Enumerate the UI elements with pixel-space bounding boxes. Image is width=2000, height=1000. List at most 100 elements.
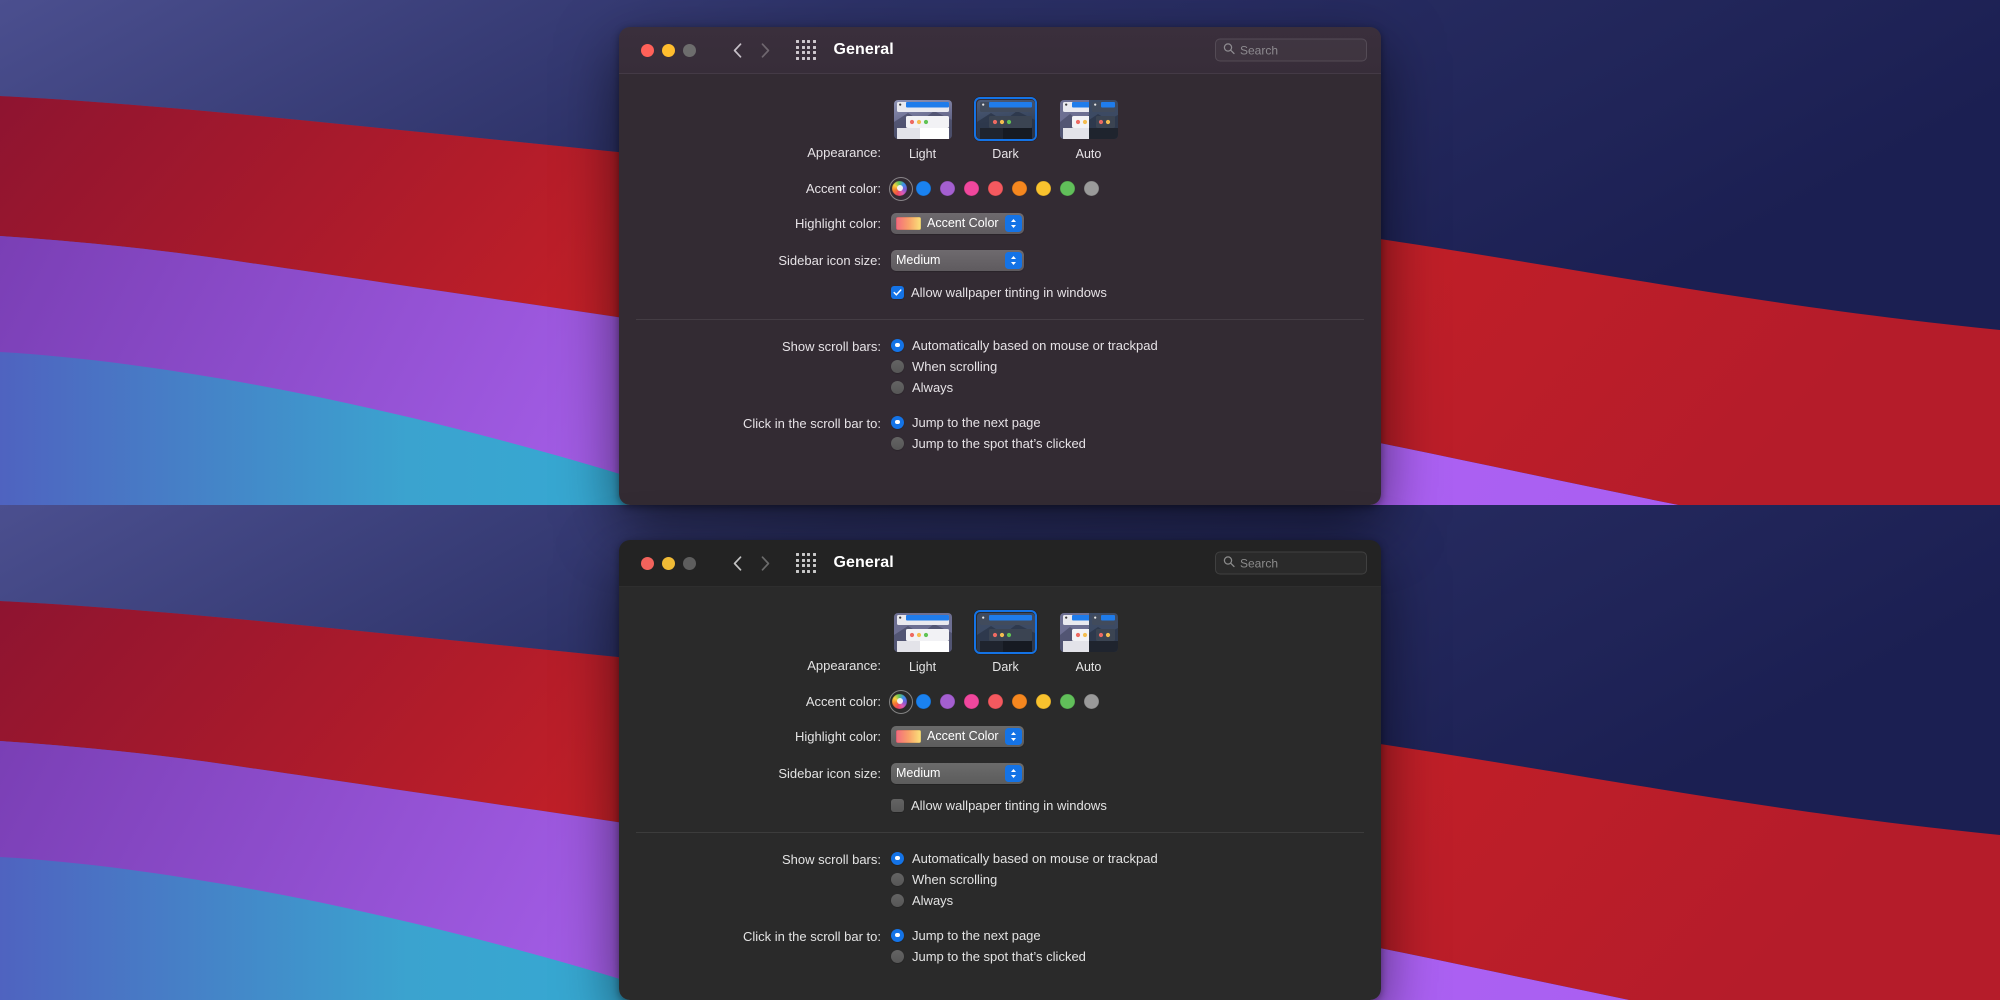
radio-jump-next-page[interactable] [891, 415, 904, 429]
wallpaper-tinting-checkbox-group[interactable]: Allow wallpaper tinting in windows [891, 798, 1107, 812]
chevron-updown-icon[interactable] [1005, 214, 1022, 232]
radio-item[interactable]: When scrolling [891, 359, 1158, 373]
system-preferences-window-tinted[interactable]: General Search Appearance: Light Dark Au… [619, 27, 1381, 505]
accent-swatch-orange[interactable] [1011, 180, 1028, 197]
chevron-updown-icon[interactable] [1005, 764, 1022, 782]
minimize-button[interactable] [662, 556, 675, 570]
highlight-color-row: Highlight color: Accent Color [619, 710, 1381, 747]
click-scroll-bar-radios[interactable]: Jump to the next page Jump to the spot t… [891, 415, 1086, 450]
highlight-color-dropdown[interactable]: Accent Color [891, 212, 1024, 234]
show-all-grid-icon[interactable] [796, 553, 816, 573]
radio-item[interactable]: Jump to the next page [891, 928, 1086, 942]
wallpaper-tinting-row: Allow wallpaper tinting in windows [619, 784, 1381, 812]
accent-swatch-purple[interactable] [939, 180, 956, 197]
appearance-option-light[interactable]: Light [891, 610, 954, 674]
accent-swatch-multicolor[interactable] [888, 177, 913, 201]
show-scroll-bars-radios[interactable]: Automatically based on mouse or trackpad… [891, 338, 1158, 394]
wallpaper-tinting-checkbox-group[interactable]: Allow wallpaper tinting in windows [891, 284, 1107, 300]
system-preferences-window-untinted[interactable]: General Search Appearance: Light Dark Au… [619, 540, 1381, 1000]
radio-scrollbars-automatic[interactable] [891, 851, 904, 865]
appearance-options[interactable]: Light Dark Auto [891, 610, 1120, 674]
search-placeholder: Search [1240, 556, 1279, 570]
radio-jump-to-spot[interactable] [891, 949, 904, 963]
radio-label: When scrolling [912, 871, 998, 887]
accent-swatch-blue[interactable] [915, 180, 932, 197]
traffic-light-controls[interactable] [641, 556, 696, 570]
appearance-option-dark[interactable]: Dark [974, 97, 1037, 161]
radio-item[interactable]: Jump to the spot that’s clicked [891, 436, 1086, 450]
wallpaper-tinting-label: Allow wallpaper tinting in windows [911, 284, 1107, 300]
appearance-thumb-wrap[interactable] [891, 610, 954, 654]
wallpaper-tinting-checkbox[interactable] [891, 798, 904, 812]
accent-color-swatches[interactable] [888, 177, 1100, 201]
accent-swatch-multicolor[interactable] [888, 690, 913, 714]
close-button[interactable] [641, 556, 654, 570]
appearance-thumb-wrap-selected[interactable] [974, 97, 1037, 141]
show-scroll-bars-radios[interactable]: Automatically based on mouse or trackpad… [891, 851, 1158, 907]
traffic-light-controls[interactable] [641, 43, 696, 57]
navigation-arrows[interactable] [724, 550, 778, 576]
sidebar-icon-size-label: Sidebar icon size: [778, 252, 881, 268]
appearance-thumb-wrap-selected[interactable] [974, 610, 1037, 654]
accent-swatch-pink[interactable] [963, 693, 980, 710]
click-scroll-bar-row: Click in the scroll bar to: Jump to the … [619, 394, 1381, 450]
highlight-color-dropdown[interactable]: Accent Color [891, 725, 1024, 747]
appearance-options[interactable]: Light Dark Auto [891, 97, 1120, 161]
sidebar-icon-size-dropdown[interactable]: Medium [891, 762, 1024, 784]
sidebar-icon-size-dropdown[interactable]: Medium [891, 249, 1024, 271]
navigation-arrows[interactable] [724, 37, 778, 63]
click-scroll-bar-radios[interactable]: Jump to the next page Jump to the spot t… [891, 928, 1086, 963]
zoom-button[interactable] [683, 556, 696, 570]
search-field[interactable]: Search [1215, 551, 1367, 575]
chevron-updown-icon[interactable] [1005, 251, 1022, 269]
appearance-thumb-wrap[interactable] [1057, 610, 1120, 654]
appearance-option-auto[interactable]: Auto [1057, 97, 1120, 161]
radio-jump-to-spot[interactable] [891, 436, 904, 450]
radio-item[interactable]: Jump to the spot that’s clicked [891, 949, 1086, 963]
zoom-button[interactable] [683, 43, 696, 57]
accent-swatch-graphite[interactable] [1083, 693, 1100, 710]
accent-swatch-yellow[interactable] [1035, 693, 1052, 710]
accent-swatch-green[interactable] [1059, 180, 1076, 197]
window-titlebar: General Search [619, 27, 1381, 74]
accent-swatch-red[interactable] [987, 180, 1004, 197]
appearance-option-dark[interactable]: Dark [974, 610, 1037, 674]
radio-scrollbars-when-scrolling[interactable] [891, 872, 904, 886]
accent-swatch-pink[interactable] [963, 180, 980, 197]
show-scroll-bars-label: Show scroll bars: [782, 338, 881, 354]
accent-color-swatches[interactable] [888, 690, 1100, 714]
radio-item[interactable]: Always [891, 893, 1158, 907]
accent-swatch-blue[interactable] [915, 693, 932, 710]
appearance-option-label: Light [908, 147, 937, 161]
radio-item[interactable]: Jump to the next page [891, 415, 1086, 429]
radio-item[interactable]: When scrolling [891, 871, 1158, 887]
search-field[interactable]: Search [1215, 38, 1367, 62]
wallpaper-tinting-checkbox[interactable] [891, 285, 904, 299]
radio-scrollbars-always[interactable] [891, 380, 904, 394]
back-chevron-icon[interactable] [724, 37, 750, 63]
accent-swatch-yellow[interactable] [1035, 180, 1052, 197]
radio-item[interactable]: Always [891, 380, 1158, 394]
accent-swatch-purple[interactable] [939, 693, 956, 710]
radio-jump-next-page[interactable] [891, 928, 904, 942]
accent-swatch-green[interactable] [1059, 693, 1076, 710]
accent-swatch-graphite[interactable] [1083, 180, 1100, 197]
minimize-button[interactable] [662, 43, 675, 57]
appearance-thumb-wrap[interactable] [1057, 97, 1120, 141]
show-all-grid-icon[interactable] [796, 40, 816, 60]
chevron-updown-icon[interactable] [1005, 727, 1022, 745]
appearance-option-light[interactable]: Light [891, 97, 954, 161]
accent-swatch-red[interactable] [987, 693, 1004, 710]
appearance-thumb-wrap[interactable] [891, 97, 954, 141]
back-chevron-icon[interactable] [724, 550, 750, 576]
accent-color-row: Accent color: [619, 161, 1381, 201]
radio-scrollbars-automatic[interactable] [891, 338, 904, 352]
radio-scrollbars-when-scrolling[interactable] [891, 359, 904, 373]
checkmark-icon [893, 288, 902, 296]
radio-item[interactable]: Automatically based on mouse or trackpad [891, 338, 1158, 352]
accent-swatch-orange[interactable] [1011, 693, 1028, 710]
close-button[interactable] [641, 43, 654, 57]
radio-scrollbars-always[interactable] [891, 893, 904, 907]
appearance-option-auto[interactable]: Auto [1057, 610, 1120, 674]
radio-item[interactable]: Automatically based on mouse or trackpad [891, 851, 1158, 865]
